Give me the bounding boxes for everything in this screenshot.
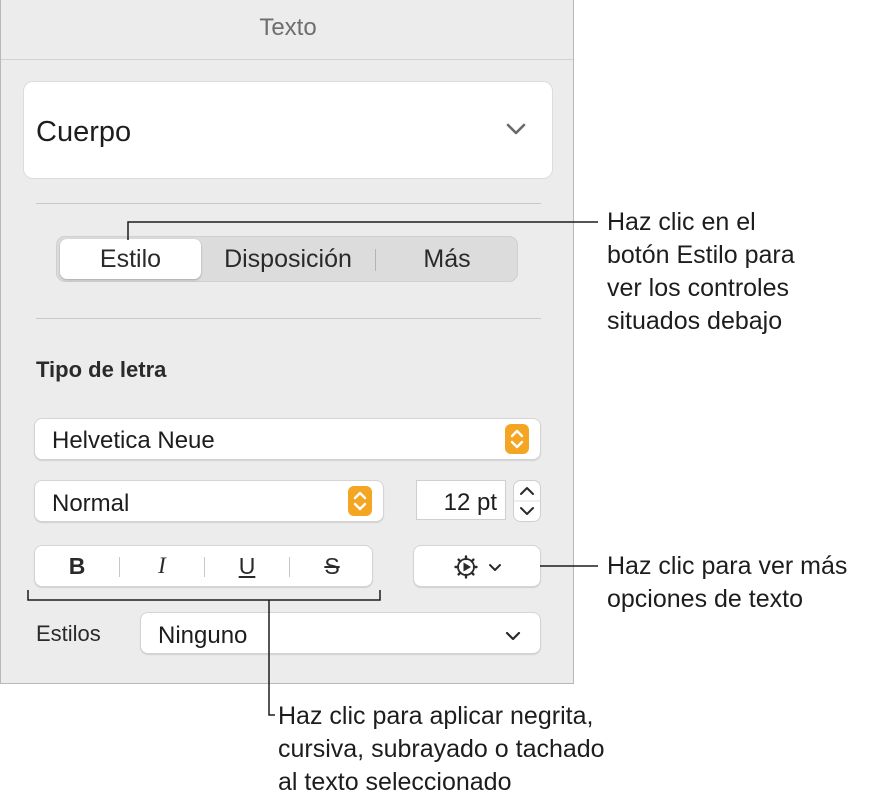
callout-line: cursiva, subrayado o tachado	[278, 735, 605, 763]
callout-line: situados debajo	[607, 307, 783, 335]
callout-line: Haz clic para ver más	[607, 552, 848, 580]
callout-more-options: Haz clic para ver más opciones de texto	[607, 550, 847, 616]
callout-style-button: Haz clic en el botón Estilo para ver los…	[607, 206, 795, 338]
callout-line: opciones de texto	[607, 585, 803, 613]
callout-line: ver los controles	[607, 274, 790, 302]
callout-leader-lines	[27, 221, 598, 716]
callout-line: botón Estilo para	[607, 241, 795, 269]
callout-line: Haz clic para aplicar negrita,	[278, 702, 594, 730]
callout-line: Haz clic en el	[607, 208, 756, 236]
callout-formatting: Haz clic para aplicar negrita, cursiva, …	[278, 700, 605, 799]
callout-line: al texto seleccionado	[278, 768, 512, 796]
